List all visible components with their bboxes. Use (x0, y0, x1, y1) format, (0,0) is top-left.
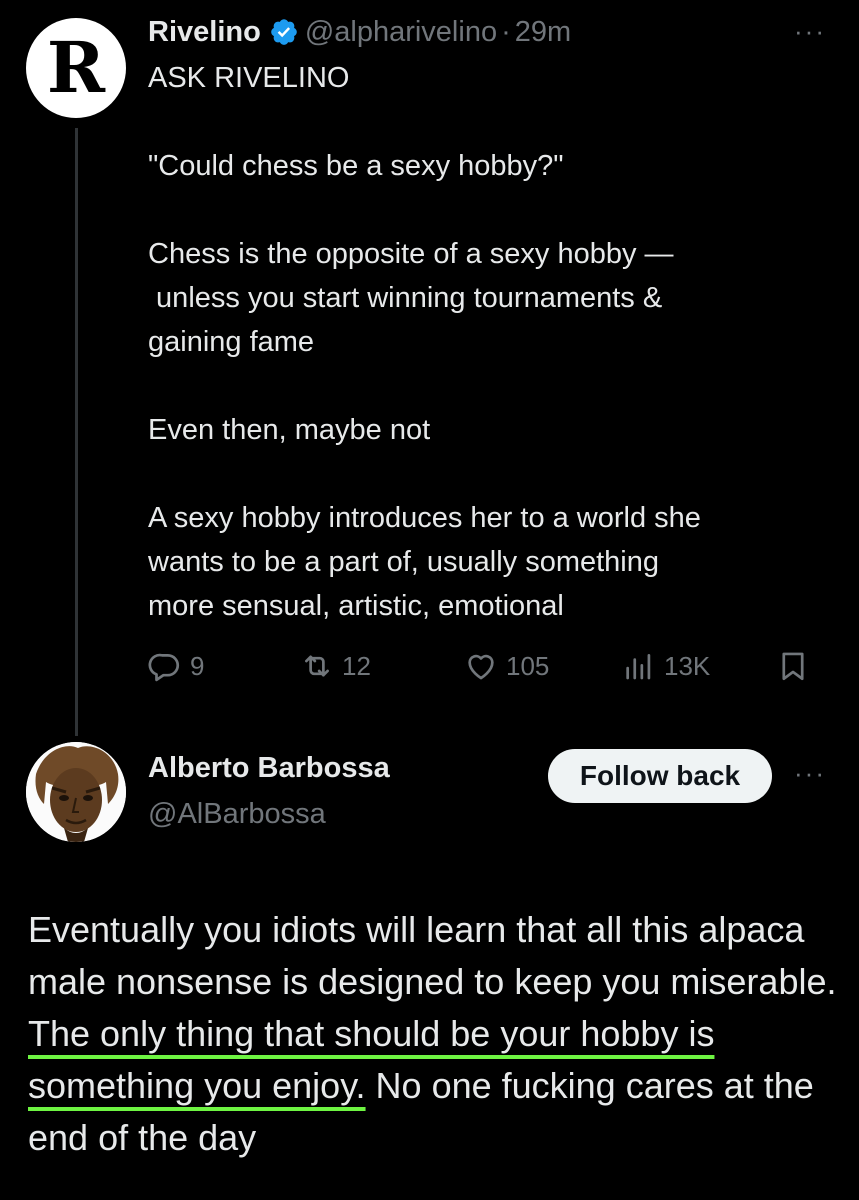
like-button[interactable]: 105 (464, 642, 549, 690)
author-name[interactable]: Rivelino (148, 16, 261, 49)
tweet-line: more sensual, artistic, emotional (148, 590, 564, 622)
tweet-timestamp[interactable]: 29m (515, 16, 571, 49)
tweet-line: unless you start winning tournaments & (148, 282, 663, 314)
bookmark-button[interactable] (776, 642, 818, 690)
avatar-logo-letter: R (46, 26, 106, 109)
author-handle[interactable]: @alpharivelino (305, 16, 497, 49)
tweet-more-icon[interactable]: ··· (794, 16, 826, 47)
reply-button[interactable]: 9 (148, 642, 204, 690)
thread-line (75, 128, 78, 736)
heart-icon (468, 654, 494, 680)
tweet-line: wants to be a part of, usually something (148, 546, 660, 578)
tweet-line: "Could chess be a sexy hobby?" (148, 150, 564, 182)
reply-text-part: Eventually you idiots will learn that al… (28, 909, 837, 1002)
reply-author-handle[interactable]: @AlBarbossa (148, 798, 326, 831)
tweet-line: Even then, maybe not (148, 414, 431, 446)
repost-count: 12 (342, 650, 371, 681)
tweet-actions: 9 12 105 13K (148, 642, 828, 690)
tweet-line: ASK RIVELINO (148, 62, 350, 94)
separator-dot: · (501, 15, 511, 48)
bookmark-icon (782, 652, 804, 681)
repost-button[interactable]: 12 (300, 642, 371, 690)
verified-badge-icon (271, 19, 297, 45)
view-count: 13K (664, 650, 711, 681)
views-button[interactable]: 13K (622, 642, 710, 690)
reply-author-name[interactable]: Alberto Barbossa (148, 752, 390, 785)
tweet-line: gaining fame (148, 326, 315, 358)
tweet-text: ASK RIVELINO "Could chess be a sexy hobb… (148, 56, 838, 628)
like-count: 105 (506, 650, 550, 681)
reply-count: 9 (190, 650, 205, 681)
reply-icon (148, 653, 180, 682)
reply-text: Eventually you idiots will learn that al… (28, 904, 843, 1164)
tweet-line: Chess is the opposite of a sexy hobby — (148, 238, 674, 270)
reply-more-icon[interactable]: ··· (794, 758, 826, 789)
face-portrait-icon (26, 742, 126, 842)
reply-author-avatar[interactable] (26, 742, 126, 842)
follow-back-button[interactable]: Follow back (548, 749, 772, 803)
tweet-line: A sexy hobby introduces her to a world s… (148, 502, 701, 534)
tweet-header: Rivelino @alpharivelino · 29m (148, 12, 571, 52)
author-avatar[interactable]: R (26, 18, 126, 118)
views-chart-icon (626, 654, 651, 680)
repost-icon (305, 655, 329, 677)
